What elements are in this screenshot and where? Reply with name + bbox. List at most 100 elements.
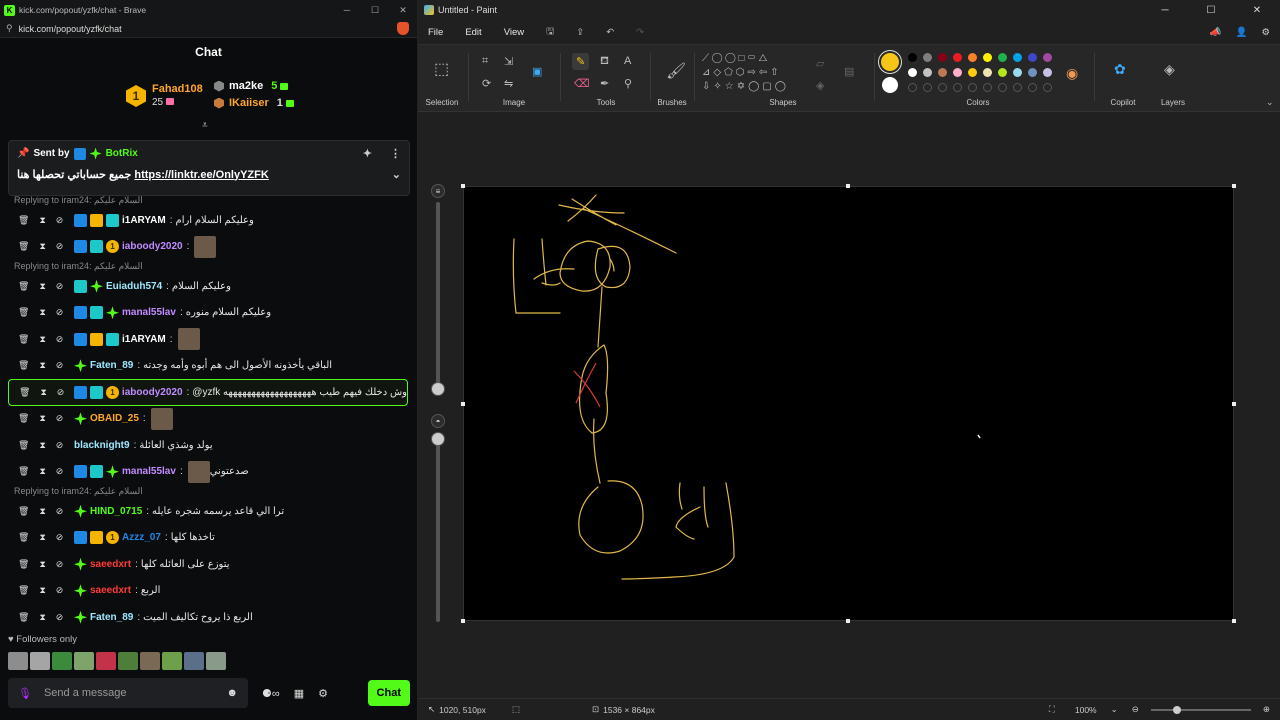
chat-username[interactable]: HIND_0715 [90, 506, 142, 517]
ban-icon[interactable]: ⊘ [56, 307, 64, 318]
chat-username[interactable]: Faten_89 [90, 612, 133, 623]
chat-message[interactable]: 🗑 ⧗ ⊘ Faten_89: الربع ذا يروح تكاليف الميت [0, 604, 418, 624]
delete-icon[interactable]: 🗑 [18, 466, 29, 477]
site-info-icon[interactable]: ⚲ [6, 23, 13, 34]
shapes-row-1-icon[interactable]: ⟋◯◯□▭△ [702, 53, 770, 64]
chevron-down-icon[interactable]: ⌄ [1111, 704, 1118, 715]
opacity-icon[interactable]: ◓ [431, 414, 445, 428]
brave-shield-icon[interactable] [397, 22, 409, 35]
brush-size-icon[interactable]: ≡ [431, 184, 445, 198]
reply-context[interactable]: Replying to iram24: السلام عليكم [0, 485, 418, 498]
color-swatch[interactable] [968, 68, 977, 77]
timeout-icon[interactable]: ⧗ [39, 585, 45, 596]
drawing-canvas[interactable] [463, 186, 1234, 621]
emote[interactable] [8, 652, 28, 670]
menu-edit[interactable]: Edit [465, 27, 481, 38]
pinned-sender[interactable]: BotRix [106, 148, 138, 159]
settings-icon[interactable]: ⚙ [318, 687, 328, 700]
chat-message[interactable]: 🗑 ⧗ ⊘ 1 Azzz_07: تاخذها كلها [0, 525, 418, 552]
chat-username[interactable]: manal55lav [122, 307, 176, 318]
color-picker-icon[interactable]: ✒ [600, 77, 609, 90]
outline-icon[interactable]: ▱ [816, 57, 824, 70]
text-icon[interactable]: A [624, 55, 631, 67]
shape-options-icon[interactable]: ▤ [844, 65, 854, 78]
chat-message[interactable]: 🗑 ⧗ ⊘ manal55lav: صدعتوني [0, 459, 418, 486]
color-swatch[interactable] [953, 83, 962, 92]
collapse-leaderboard-icon[interactable]: ⩡ [202, 120, 208, 131]
color-swatch[interactable] [998, 83, 1007, 92]
color-swatch[interactable] [1028, 68, 1037, 77]
resize-icon[interactable]: ⇲ [504, 55, 513, 68]
timeout-icon[interactable]: ⧗ [39, 241, 45, 252]
delete-icon[interactable]: 🗑 [19, 387, 30, 398]
rotate-icon[interactable]: ⟳ [482, 77, 491, 90]
pinned-message-link[interactable]: https://linktr.ee/OnlyYZFK [134, 169, 268, 181]
opacity-slider[interactable] [436, 432, 440, 622]
timeout-icon[interactable]: ⧗ [39, 334, 45, 345]
zoom-out-icon[interactable]: ⊖ [1132, 704, 1139, 715]
timeout-icon[interactable]: ⧗ [39, 307, 45, 318]
emote[interactable] [118, 652, 138, 670]
ban-icon[interactable]: ⊘ [56, 532, 64, 543]
minimize-button[interactable]: ─ [333, 5, 361, 16]
chat-username[interactable]: iaboody2020 [122, 387, 183, 398]
color-swatch[interactable] [938, 68, 947, 77]
leaderboard-first[interactable]: 1 Fahad108 25 [126, 82, 203, 110]
ban-icon[interactable]: ⊘ [56, 585, 64, 596]
emote[interactable] [206, 652, 226, 670]
emoji-icon[interactable]: ☻ [226, 687, 238, 699]
chat-username[interactable]: blacknight9 [74, 440, 130, 451]
chat-username[interactable]: saeedxrt [90, 585, 131, 596]
maximize-button[interactable]: ☐ [1188, 5, 1234, 16]
share-icon[interactable]: ⇪ [576, 27, 584, 38]
url-text[interactable]: kick.com/popout/yzfk/chat [19, 24, 397, 34]
store-icon[interactable]: ▦ [294, 687, 304, 700]
kicks-icon[interactable]: ⚈∞ [262, 687, 280, 700]
color-swatch[interactable] [1028, 83, 1037, 92]
undo-icon[interactable]: ↶ [606, 27, 614, 38]
chat-message[interactable]: 🗑 ⧗ ⊘ OBAID_25: [0, 406, 418, 433]
image-creator-icon[interactable]: ▣ [532, 65, 542, 78]
secondary-color-swatch[interactable] [882, 77, 898, 93]
color-swatch[interactable] [1028, 53, 1037, 62]
chat-username[interactable]: i1ARYAM [122, 215, 166, 226]
eraser-icon[interactable]: ⌫ [574, 77, 590, 90]
timeout-icon[interactable]: ⧗ [39, 215, 45, 226]
ribbon-collapse-icon[interactable]: ⌄ [1266, 97, 1274, 108]
brush-size-thumb[interactable] [431, 382, 445, 396]
delete-icon[interactable]: 🗑 [18, 440, 29, 451]
message-input[interactable]: 🎙 Send a message ☻ [8, 678, 248, 708]
color-swatch[interactable] [1013, 53, 1022, 62]
chat-username[interactable]: OBAID_25 [90, 413, 139, 424]
leaderboard-third[interactable]: IKaiiser 1 [214, 97, 294, 109]
emote[interactable] [96, 652, 116, 670]
color-swatch[interactable] [938, 83, 947, 92]
paint-settings-icon[interactable]: ⚙ [1261, 27, 1270, 38]
emote[interactable] [52, 652, 72, 670]
delete-icon[interactable]: 🗑 [18, 559, 29, 570]
ban-icon[interactable]: ⊘ [56, 413, 64, 424]
chat-message[interactable]: 🗑 ⧗ ⊘ Euiaduh574: وعليكم السلام [0, 273, 418, 300]
chat-message[interactable]: 🗑 ⧗ ⊘ HIND_0715: ترا الي قاعد يرسمه شجره عاي… [0, 498, 418, 525]
ban-icon[interactable]: ⊘ [56, 241, 64, 252]
chat-message[interactable]: 🗑 ⧗ ⊘ i1ARYAM: وعليكم السلام ارام [0, 207, 418, 234]
delete-icon[interactable]: 🗑 [18, 532, 29, 543]
menu-file[interactable]: File [428, 27, 443, 38]
layers-icon[interactable]: ◈ [1164, 61, 1175, 78]
chat-username[interactable]: saeedxrt [90, 559, 131, 570]
chat-message[interactable]: 🗑 ⧗ ⊘ 1 iaboody2020: [0, 234, 418, 261]
color-swatch[interactable] [953, 68, 962, 77]
ban-icon[interactable]: ⊘ [56, 612, 64, 623]
timeout-icon[interactable]: ⧗ [39, 440, 45, 451]
account-icon[interactable]: 👤 [1236, 27, 1248, 38]
edit-colors-icon[interactable]: ◉ [1066, 65, 1078, 82]
chat-username[interactable]: manal55lav [122, 466, 176, 477]
copilot-icon[interactable]: ✿ [1114, 61, 1126, 78]
timeout-icon[interactable]: ⧗ [39, 281, 45, 292]
chat-messages[interactable]: Replying to iram24: السلام عليكم 🗑 ⧗ ⊘ i1ARY… [0, 194, 418, 624]
timeout-icon[interactable]: ⧗ [39, 466, 45, 477]
color-swatch[interactable] [908, 53, 917, 62]
chat-message[interactable]: 🗑 ⧗ ⊘ saeedxrt: الربع [0, 578, 418, 605]
fill-shape-icon[interactable]: ◈ [816, 79, 824, 92]
crop-icon[interactable]: ⌗ [482, 55, 488, 68]
